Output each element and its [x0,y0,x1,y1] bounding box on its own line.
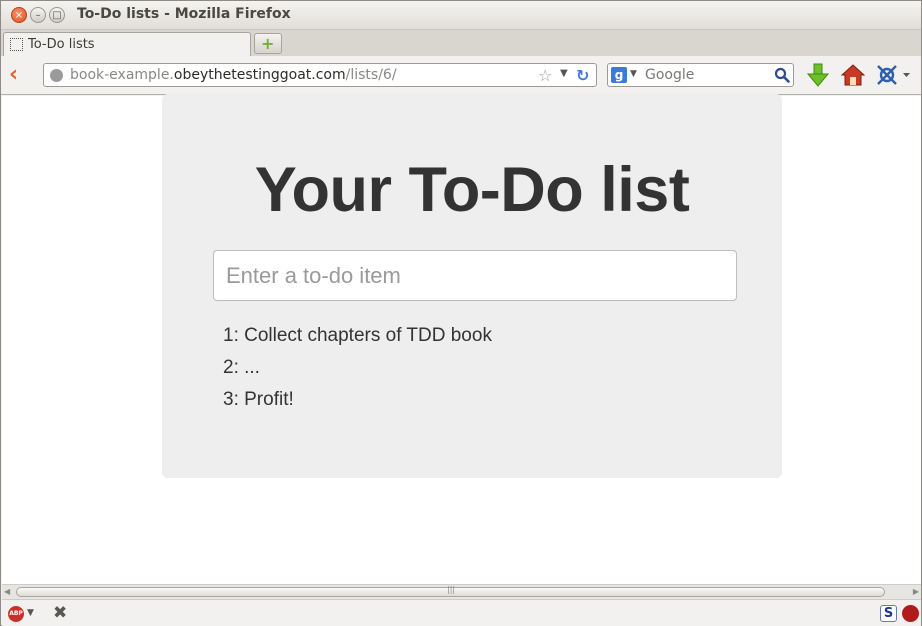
list-item: 1: Collect chapters of TDD book [223,325,492,346]
tab-strip: To-Do lists + [1,30,921,56]
scrollbar-thumb[interactable]: ||| [16,585,885,597]
browser-window: × – □ To-Do lists - Mozilla Firefox To-D… [0,0,922,626]
url-host: obeythetestinggoat.com [173,67,346,83]
page-favicon-icon [10,38,23,51]
tab-todo-lists[interactable]: To-Do lists [3,32,251,56]
download-icon[interactable] [807,63,829,87]
scroll-left-arrow-icon[interactable]: ◀ [4,587,10,596]
horizontal-scrollbar[interactable]: ◀ ||| ▶ [2,584,921,599]
new-item-input[interactable] [213,250,737,301]
plus-icon: + [261,34,275,53]
globe-icon[interactable] [50,69,63,82]
search-bar[interactable]: g ▼ Google [607,63,794,87]
scroll-right-arrow-icon[interactable]: ▶ [913,587,919,596]
new-tab-button[interactable]: + [254,33,282,54]
title-bar[interactable]: × – □ To-Do lists - Mozilla Firefox [1,1,921,30]
adblock-dropdown-icon[interactable]: ▼ [27,608,34,618]
home-icon[interactable] [841,63,865,87]
page-title: Your To-Do list [254,155,690,225]
search-engine-dropdown-icon[interactable]: ▼ [630,69,637,79]
window-minimize-button[interactable]: – [30,7,46,23]
s-addon-icon[interactable]: S [880,605,897,622]
tab-label: To-Do lists [28,37,95,52]
close-addon-bar-icon[interactable]: ✖ [53,603,67,623]
google-engine-icon[interactable]: g [611,67,627,83]
url-text[interactable]: book-example.obeythetestinggoat.com/list… [70,67,397,83]
bookmark-star-icon[interactable]: ☆ [538,66,552,85]
url-bar[interactable]: book-example.obeythetestinggoat.com/list… [43,63,597,87]
todo-list: 1: Collect chapters of TDD book 2: ... 3… [223,324,492,420]
red-addon-icon[interactable] [902,605,919,622]
url-history-dropdown-icon[interactable]: ▼ [560,68,568,79]
adblock-plus-icon[interactable]: ABP [8,606,24,622]
reload-icon[interactable]: ↻ [576,66,594,85]
window-close-button[interactable]: × [11,7,27,23]
addon-bar: ABP ▼ ✖ S [2,599,921,626]
todo-panel: Your To-Do list 1: Collect chapters of T… [162,94,782,478]
scrollbar-grip-icon: ||| [447,585,456,594]
url-prefix: book-example. [70,67,174,83]
list-item: 2: ... [223,357,260,378]
back-button[interactable]: ‹ [9,64,29,86]
url-path: /lists/6/ [345,67,397,83]
network-addon-icon[interactable] [875,63,911,87]
search-icon[interactable] [774,67,790,83]
search-placeholder: Google [645,67,695,83]
window-title: To-Do lists - Mozilla Firefox [77,6,291,22]
window-maximize-button[interactable]: □ [49,7,65,23]
navigation-toolbar: ‹ book-example.obeythetestinggoat.com/li… [1,56,921,95]
list-item: 3: Profit! [223,389,294,410]
page-viewport: Your To-Do list 1: Collect chapters of T… [2,94,921,584]
